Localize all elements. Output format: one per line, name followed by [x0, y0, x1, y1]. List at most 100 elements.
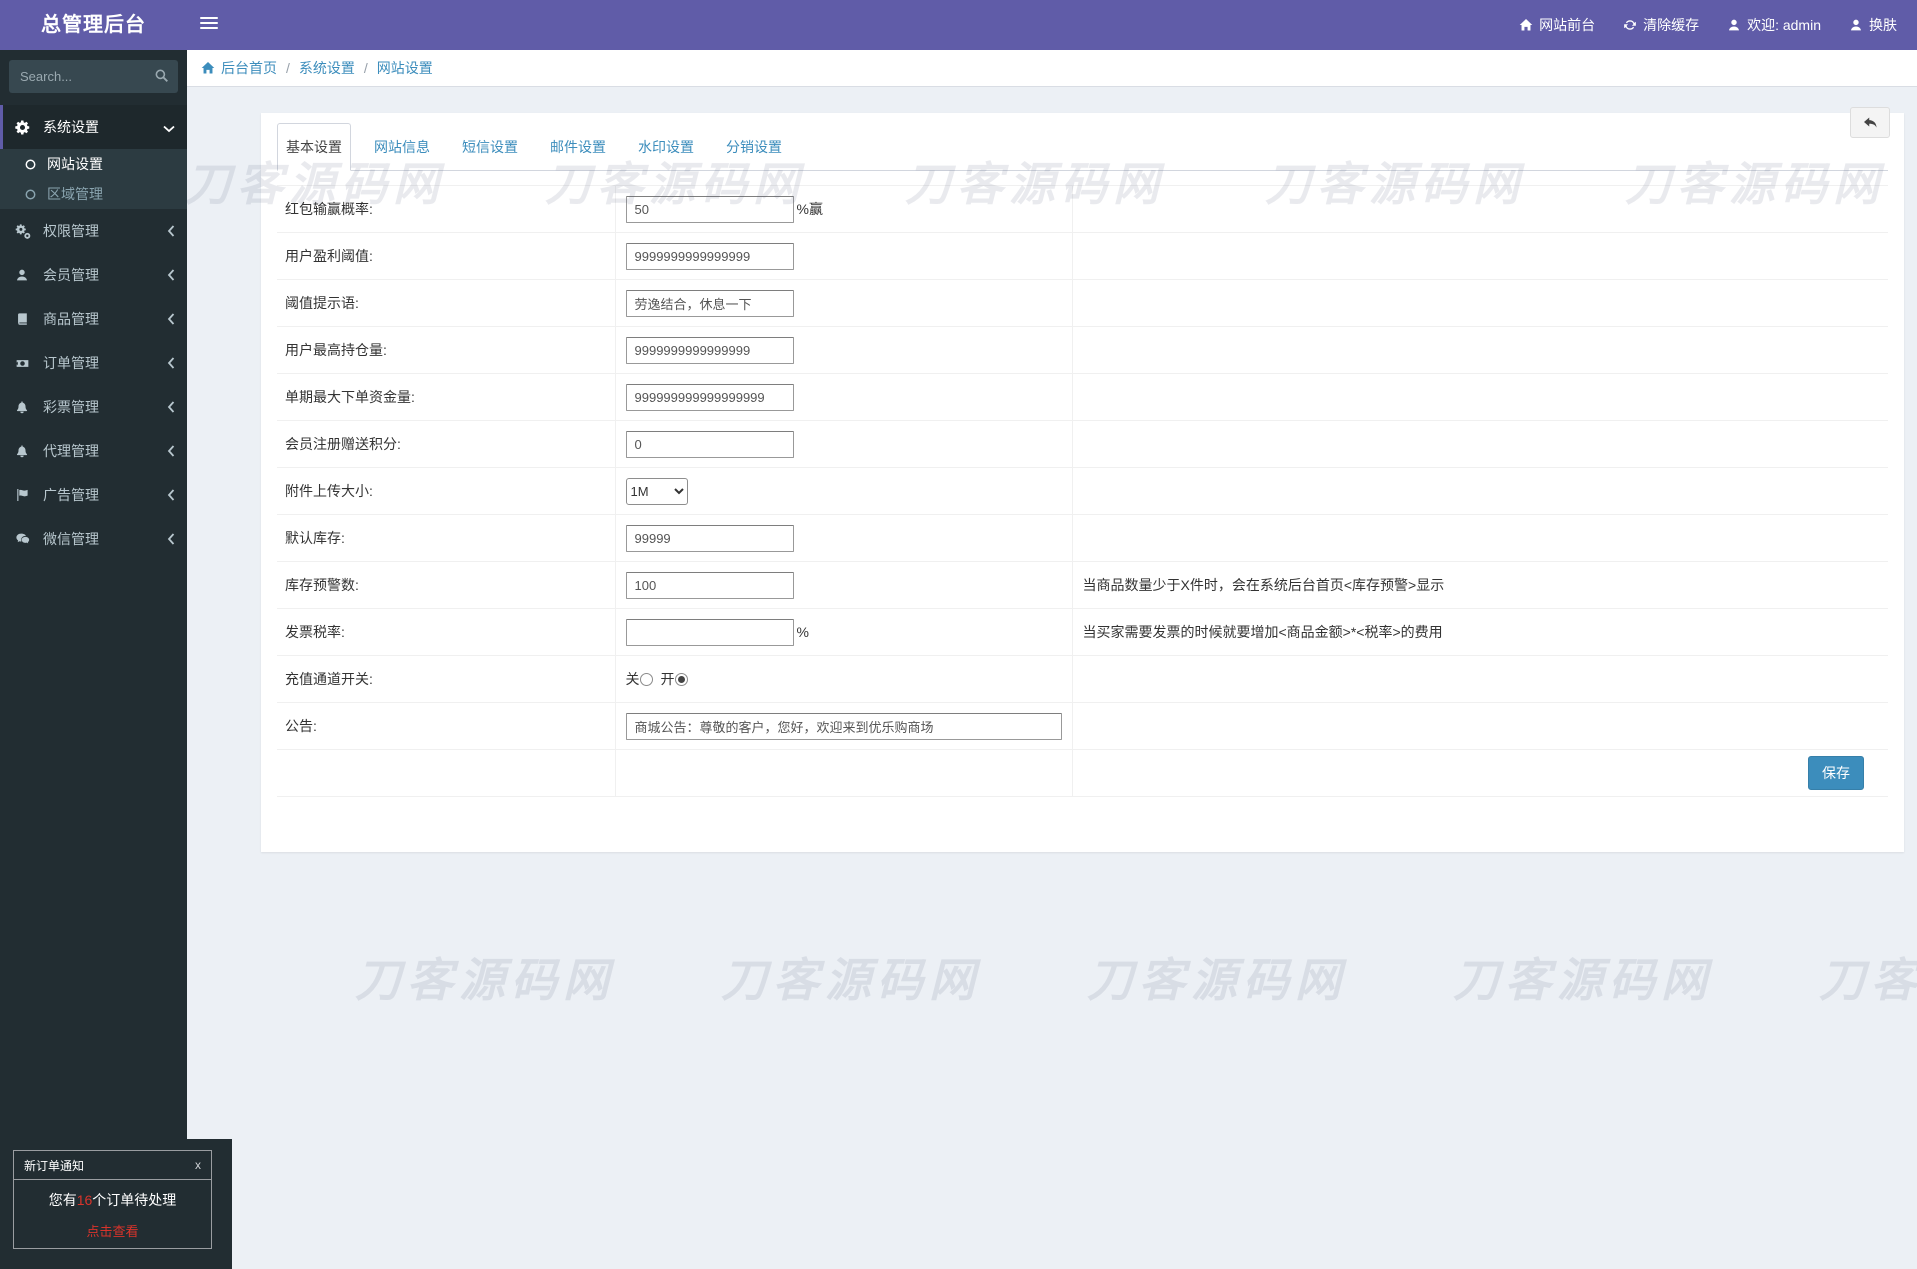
sidebar-toggle-button[interactable] [200, 17, 218, 32]
notification-close-button[interactable]: x [195, 1158, 201, 1172]
field-label: 会员注册赠送积分: [285, 436, 401, 452]
sidebar-item-order-management[interactable]: 订单管理 [0, 341, 187, 385]
sidebar-item-wechat-management[interactable]: 微信管理 [0, 517, 187, 561]
announcement-input[interactable] [625, 712, 1062, 740]
home-icon [201, 61, 215, 75]
sidebar-item-system-settings[interactable]: 系统设置 [0, 105, 187, 149]
max-order-amount-input[interactable] [625, 383, 794, 411]
field-label: 单期最大下单资金量: [285, 389, 415, 405]
user-profit-threshold-input[interactable] [625, 242, 794, 270]
notification-title: 新订单通知 [24, 1158, 85, 1173]
main-content: 后台首页 / 系统设置 / 网站设置 基本设置 网站信息 短信设置 邮件设置 水印设置 分销设置 … [187, 50, 1917, 1269]
back-button[interactable] [1850, 107, 1890, 138]
gears-icon [15, 223, 39, 239]
notification-message: 您有16个订单待处理 [48, 1192, 177, 1208]
navbar-link-change-skin[interactable]: 换肤 [1835, 0, 1911, 50]
stock-warning-input[interactable] [625, 571, 794, 599]
settings-panel: 基本设置网站信息短信设置邮件设置水印设置分销设置 红包输赢概率: %赢用户盈利阈值… [261, 107, 1904, 852]
field-label: 阈值提示语: [285, 295, 359, 311]
form-row-user-max-position: 用户最高持仓量: [277, 326, 1888, 374]
recharge-switch-radio-1[interactable] [674, 673, 688, 686]
default-stock-input[interactable] [625, 524, 794, 552]
tab-2[interactable]: 短信设置 [453, 123, 527, 171]
user-icon [1849, 18, 1863, 32]
breadcrumb-link-0[interactable]: 后台首页 [201, 58, 277, 78]
reply-arrow-icon [1862, 115, 1878, 130]
breadcrumb-link-1[interactable]: 系统设置 [299, 58, 355, 78]
sidebar-item-permission-management[interactable]: 权限管理 [0, 209, 187, 253]
field-label: 发票税率: [285, 624, 345, 640]
angle-left-icon [167, 488, 175, 504]
navbar-link-welcome-admin[interactable]: 欢迎: admin [1713, 0, 1835, 50]
book-icon [15, 312, 39, 326]
navbar-link-clear-cache[interactable]: 清除缓存 [1609, 0, 1713, 50]
angle-left-icon [167, 268, 175, 284]
sidebar-item-goods-management[interactable]: 商品管理 [0, 297, 187, 341]
user-max-position-input[interactable] [625, 336, 794, 364]
angle-left-icon [167, 532, 175, 548]
field-note: 当买家需要发票的时候就要增加<商品金额>*<税率>的费用 [1082, 624, 1443, 640]
watermark-text: 刀客源码网 [1087, 954, 1347, 1006]
angle-left-icon [167, 224, 175, 240]
bell-icon [15, 400, 39, 414]
tab-1[interactable]: 网站信息 [365, 123, 439, 171]
input-suffix: %赢 [796, 200, 823, 217]
gear-icon [15, 120, 39, 135]
redpacket-win-rate-input[interactable] [625, 195, 794, 223]
threshold-tip-input[interactable] [625, 289, 794, 317]
form-row-register-gift-points: 会员注册赠送积分: [277, 420, 1888, 468]
money-icon [15, 357, 39, 370]
angle-left-icon [167, 312, 175, 328]
field-label: 附件上传大小: [285, 483, 373, 499]
user-icon [1727, 18, 1741, 32]
angle-left-icon [167, 356, 175, 372]
tab-5[interactable]: 分销设置 [717, 123, 791, 171]
field-note: 当商品数量少于X件时，会在系统后台首页<库存预警>显示 [1082, 577, 1445, 593]
home-icon [1519, 18, 1533, 32]
sidebar-item-lottery-management[interactable]: 彩票管理 [0, 385, 187, 429]
field-label: 默认库存: [285, 530, 345, 546]
radio-label: 开 [660, 671, 675, 687]
form-row-redpacket-win-rate: 红包输赢概率: %赢 [277, 185, 1888, 233]
search-input[interactable] [9, 60, 178, 93]
field-label: 库存预警数: [285, 577, 359, 593]
angle-left-icon [167, 400, 175, 416]
field-label: 红包输赢概率: [285, 201, 373, 217]
breadcrumb: 后台首页 / 系统设置 / 网站设置 [187, 50, 1917, 87]
sidebar-item-member-management[interactable]: 会员管理 [0, 253, 187, 297]
form-row-invoice-tax-rate: 发票税率:% 当买家需要发票的时候就要增加<商品金额>*<税率>的费用 [277, 608, 1888, 656]
attachment-size-select[interactable]: 1M [625, 477, 688, 505]
form-row-attachment-size: 附件上传大小: 1M [277, 467, 1888, 515]
form-row-recharge-switch: 充值通道开关: 关 开 [277, 655, 1888, 703]
bell-icon [15, 444, 39, 458]
search-icon[interactable] [154, 68, 169, 83]
notification-view-link[interactable]: 点击查看 [86, 1221, 138, 1240]
watermark-text: 刀客源码网 [1819, 954, 1917, 1006]
tab-4[interactable]: 水印设置 [629, 123, 703, 171]
tab-0[interactable]: 基本设置 [277, 123, 351, 171]
settings-tabs: 基本设置 网站信息 短信设置 邮件设置 水印设置 分销设置 [277, 123, 1888, 171]
register-gift-points-input[interactable] [625, 430, 794, 458]
form-row-threshold-tip: 阈值提示语: [277, 279, 1888, 327]
form-row-default-stock: 默认库存: [277, 514, 1888, 562]
breadcrumb-link-2[interactable]: 网站设置 [377, 58, 433, 78]
pending-order-count: 16 [76, 1192, 93, 1208]
sidebar-subitem-region-management[interactable]: 区域管理 [0, 179, 187, 209]
navbar-right-menu: 网站前台 清除缓存 欢迎: admin 换肤 [1505, 0, 1911, 50]
navbar-link-site-front[interactable]: 网站前台 [1505, 0, 1609, 50]
input-suffix: % [796, 623, 809, 640]
settings-form-table: 红包输赢概率: %赢用户盈利阈值: 阈值提示语: 用户最高持仓量: 单期最大下单资金量:… [277, 185, 1888, 797]
invoice-tax-rate-input[interactable] [625, 618, 794, 646]
radio-label: 关 [625, 671, 640, 687]
top-navbar: 总管理后台 网站前台 清除缓存 欢迎: admin 换肤 [0, 0, 1917, 50]
sidebar-item-agent-management[interactable]: 代理管理 [0, 429, 187, 473]
sidebar-item-ad-management[interactable]: 广告管理 [0, 473, 187, 517]
breadcrumb-separator: / [286, 60, 290, 76]
user-icon [15, 268, 39, 282]
save-button[interactable]: 保存 [1808, 756, 1864, 790]
recharge-switch-radio-0[interactable] [639, 673, 653, 686]
tab-3[interactable]: 邮件设置 [541, 123, 615, 171]
app-title: 总管理后台 [41, 14, 146, 36]
sidebar-subitem-site-settings[interactable]: 网站设置 [0, 149, 187, 179]
watermark-text: 刀客源码网 [1453, 954, 1713, 1006]
